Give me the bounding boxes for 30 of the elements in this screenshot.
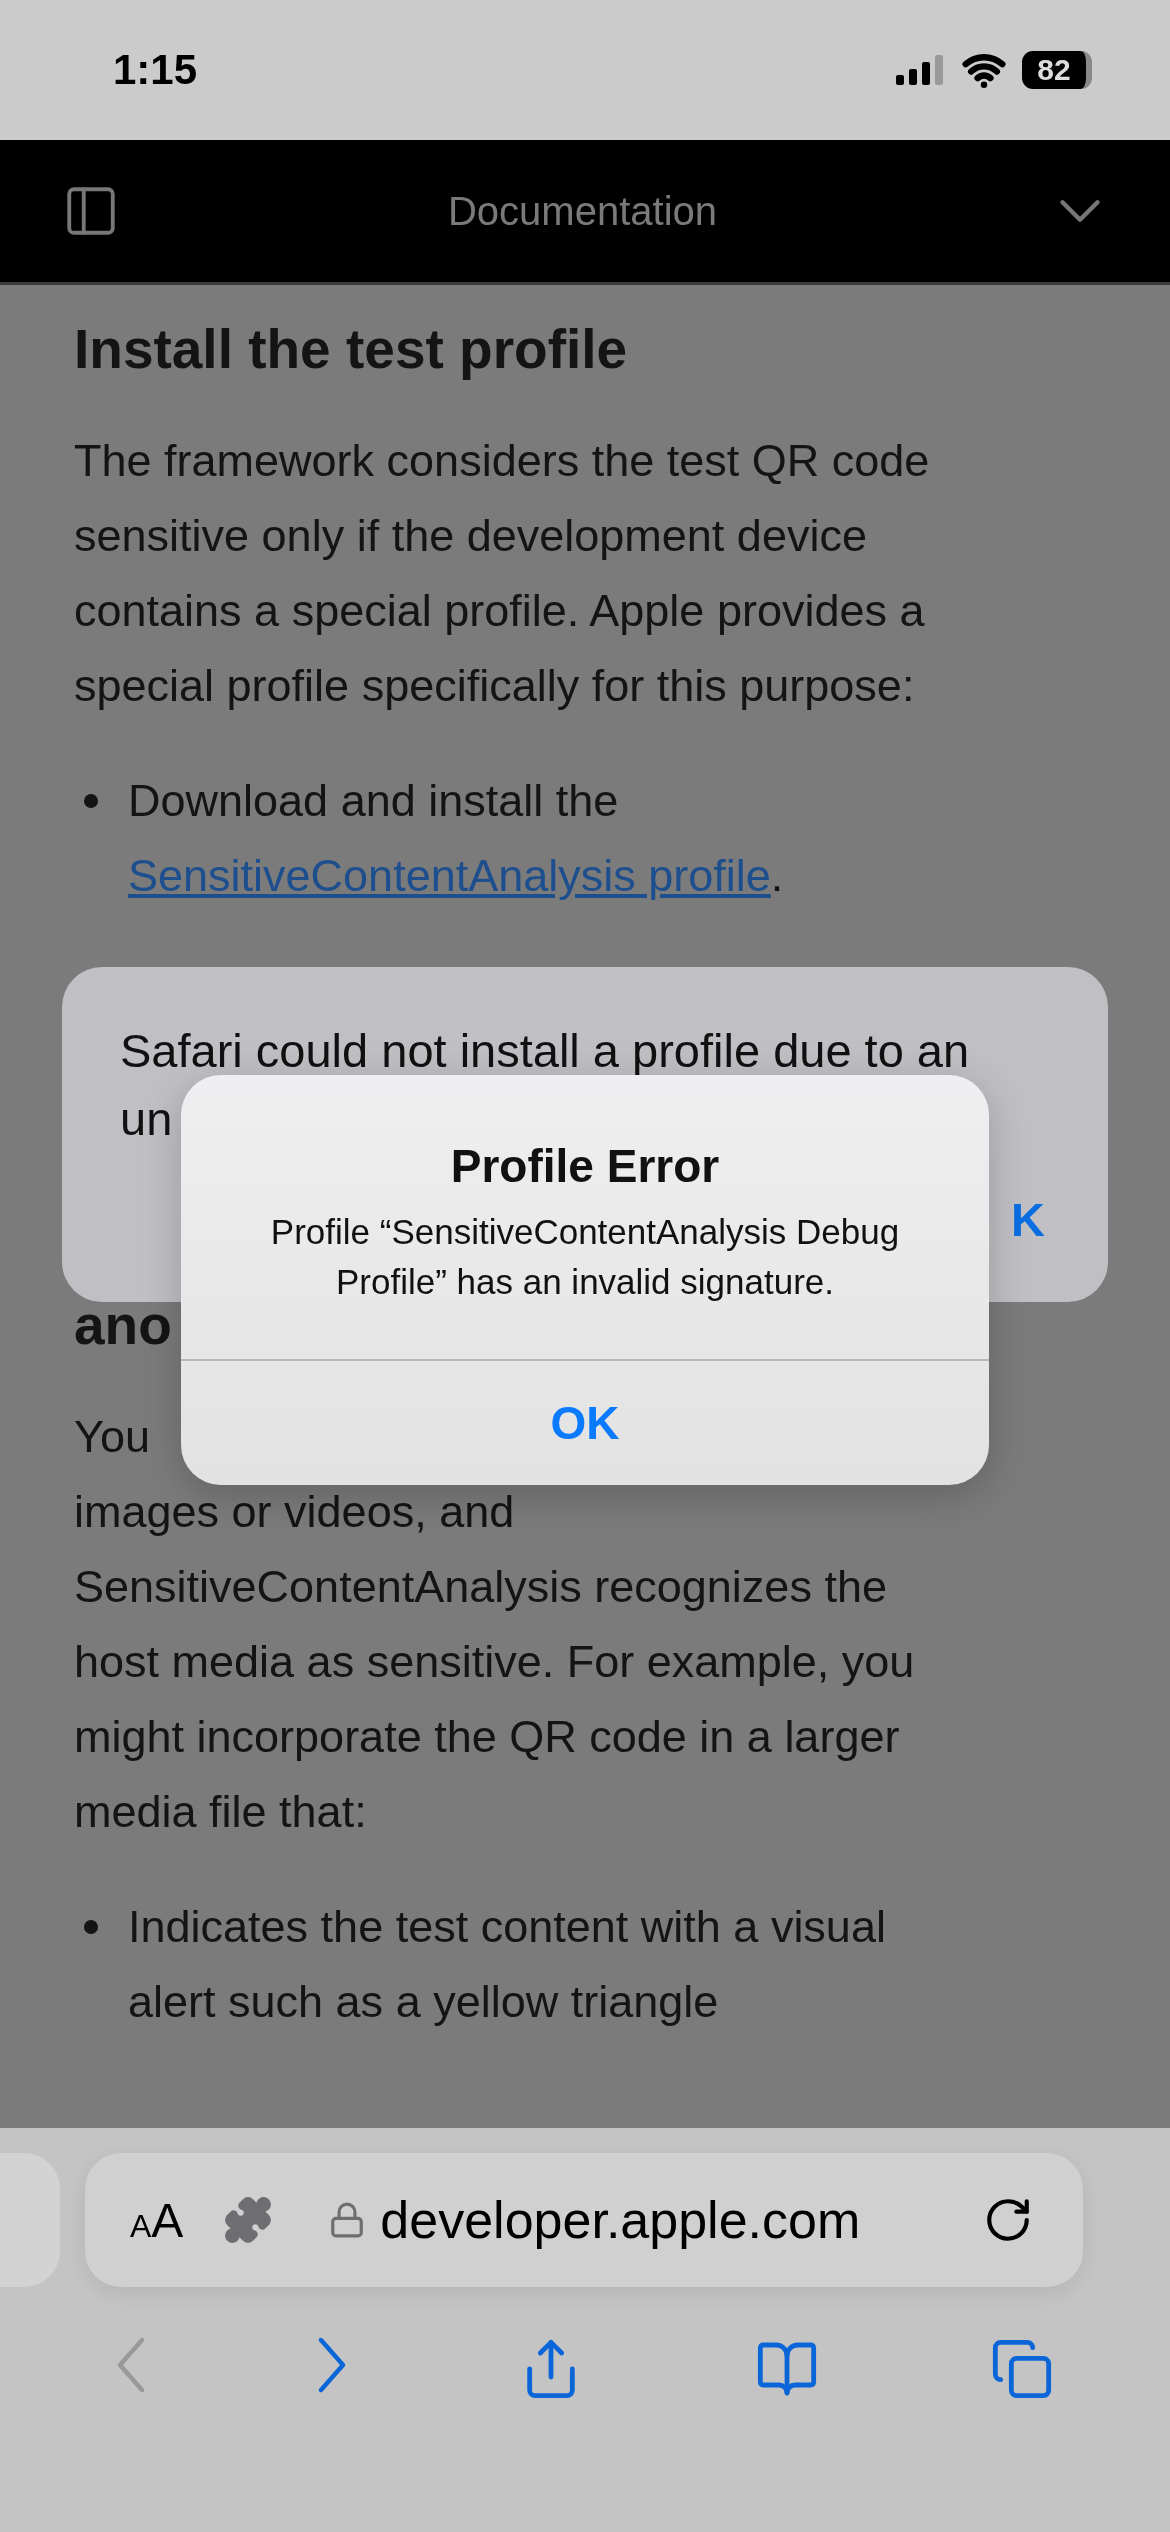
section-heading: Install the test profile [74,317,628,381]
paragraph-line: host media as sensitive. For example, you [74,1637,915,1687]
section-heading: ano [74,1293,172,1357]
paragraph-line: You [74,1412,150,1462]
text-size-button[interactable]: AA [130,2192,184,2248]
bullet-icon [84,1920,98,1934]
alert-title: Profile Error [450,1139,720,1193]
signal-icon [896,55,946,85]
alert-text-line: Safari could not install a profile due to an [120,1023,971,1079]
paragraph-line: The framework considers the test QR code [74,434,930,488]
paragraph-line: SensitiveContentAnalysis recognizes the [74,1562,887,1612]
bullet-icon [84,794,98,808]
alert-message: Profile “SensitiveContentAnalysis Debug Profile” has an invalid signature. [269,1211,901,1303]
forward-icon [317,2337,348,2393]
alert-text-line: un [120,1091,174,1147]
paragraph-line: special profile specifically for this purpose: [74,659,915,713]
paragraph-line: media file that: [74,1787,367,1837]
paragraph-line: images or videos, and [74,1487,515,1537]
bullet-text: Download and install the SensitiveContentAnalysis profile. [128,774,785,903]
bullet-text: Indicates the test content with a visual alert such as a yellow triangle [128,1900,887,2029]
url-text[interactable]: developer.apple.com [380,2190,983,2250]
battery-indicator: 82 [1022,51,1092,89]
paragraph-line: contains a special profile. Apple provides a [74,584,925,638]
paragraph-line: might incorporate the QR code in a larger [74,1712,900,1762]
status-time: 1:15 [113,46,198,94]
nav-title: Documentation [447,188,717,234]
paragraph-line: sensitive only if the development device [74,509,867,563]
back-icon [115,2337,146,2393]
puzzle-icon[interactable] [223,2195,274,2245]
address-bar[interactable]: AA developer.apple.com [85,2153,1083,2287]
